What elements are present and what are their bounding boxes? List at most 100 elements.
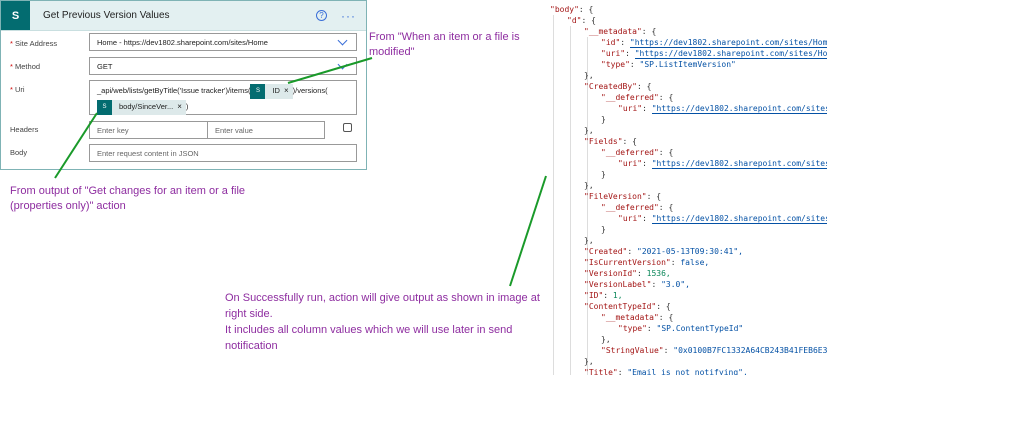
json-punct: : <box>620 38 630 47</box>
json-key: "IsCurrentVersion" <box>584 258 671 267</box>
json-key: "__metadata" <box>601 313 659 322</box>
json-line: "uri": "https://dev1802.sharepoint.com/s… <box>601 48 827 59</box>
json-punct: : <box>651 280 662 289</box>
json-key: "FileVersion" <box>584 192 647 201</box>
json-punct: { <box>588 5 594 14</box>
arrow-line <box>287 57 373 84</box>
json-line: "VersionId": 1536, <box>584 268 671 279</box>
json-line: "__deferred": { <box>601 147 673 158</box>
json-key: "type" <box>618 324 647 333</box>
json-key: "Created" <box>584 247 628 256</box>
json-line: "IsCurrentVersion": false, <box>584 257 709 268</box>
json-punct: : <box>658 203 669 212</box>
json-punct: : <box>658 313 669 322</box>
json-punct: : <box>636 269 647 278</box>
json-punct: : <box>663 346 674 355</box>
json-punct: } <box>601 170 606 179</box>
json-punct: { <box>651 27 657 36</box>
json-line: "type": "SP.ListItemVersion" <box>601 59 736 70</box>
json-key: "body" <box>550 5 579 14</box>
json-punct: : <box>603 291 613 300</box>
json-line: "uri": "https://dev1802.sharepoint.com/s… <box>618 103 827 114</box>
json-link[interactable]: "https://dev1802.sharepoint.com/sites/Ho… <box>629 38 827 48</box>
arrow-line <box>54 112 98 179</box>
json-link[interactable]: "https://dev1802.sharepoint.com/sites/Ho… <box>651 104 827 114</box>
json-punct: : <box>646 324 657 333</box>
json-line: }, <box>584 235 594 246</box>
json-key: "VersionLabel" <box>584 280 652 289</box>
json-line: "Fields": { <box>584 136 637 147</box>
json-key: "Title" <box>584 368 618 375</box>
json-link[interactable]: "https://dev1802.sharepoint.com/sites/Ho… <box>634 49 827 59</box>
json-key: "id" <box>601 38 621 47</box>
json-punct: : <box>642 104 652 113</box>
json-punct: }, <box>584 181 594 190</box>
json-key: "type" <box>601 60 630 69</box>
json-punct: : <box>656 302 666 311</box>
json-line: "CreatedBy": { <box>584 81 651 92</box>
json-key: "d" <box>567 16 582 25</box>
json-line: "body": { <box>550 4 593 15</box>
json-string: "SP.ListItemVersion" <box>639 60 736 69</box>
json-punct: : <box>642 214 652 223</box>
json-key: "uri" <box>618 159 643 168</box>
json-punct: : <box>617 368 628 375</box>
note-changes-source: From output of "Get changes for an item … <box>10 185 246 212</box>
json-punct: : <box>658 93 669 102</box>
indent-guide <box>553 15 554 375</box>
json-line: "__metadata": { <box>584 26 656 37</box>
json-punct: { <box>668 148 674 157</box>
json-line: }, <box>584 70 594 81</box>
json-punct: : <box>642 159 652 168</box>
json-line: "uri": "https://dev1802.sharepoint.com/s… <box>618 213 827 224</box>
json-punct: } <box>601 225 606 234</box>
json-punct: : <box>629 60 640 69</box>
json-punct: }, <box>584 71 594 80</box>
json-string: "SP.ContentTypeId" <box>656 324 744 333</box>
json-key: "uri" <box>601 49 626 58</box>
json-line: "ContentTypeId": { <box>584 301 671 312</box>
json-line: } <box>601 169 606 180</box>
json-line: }, <box>601 334 611 345</box>
json-key: "ID" <box>584 291 604 300</box>
json-line: "id": "https://dev1802.sharepoint.com/si… <box>601 37 827 48</box>
json-line: } <box>601 114 606 125</box>
json-key: "ContentTypeId" <box>584 302 657 311</box>
json-punct: : <box>670 258 681 267</box>
json-key: "uri" <box>618 104 643 113</box>
json-number: 1536, <box>646 269 671 278</box>
json-line: "VersionLabel": "3.0", <box>584 279 690 290</box>
json-punct: : <box>636 82 647 91</box>
json-punct: { <box>646 82 652 91</box>
json-line: "Title": "Email is not notifying", <box>584 367 748 375</box>
json-line: "FileVersion": { <box>584 191 661 202</box>
json-punct: }, <box>601 335 611 344</box>
arrow-line <box>509 175 547 287</box>
json-key: "StringValue" <box>601 346 664 355</box>
json-punct: }, <box>584 357 594 366</box>
json-key: "__metadata" <box>584 27 642 36</box>
json-punct: { <box>591 16 596 25</box>
json-punct: : <box>627 247 637 256</box>
json-output-panel: "body": {"d": {"__metadata": {"id": "htt… <box>547 0 827 375</box>
note-output: On Successfully run, action will give ou… <box>225 292 540 352</box>
json-line: "Created": "2021-05-13T09:30:41", <box>584 246 743 257</box>
json-punct: } <box>601 115 606 124</box>
json-line: "StringValue": "0x0100B7FC1332A64CB243B4… <box>601 345 827 356</box>
json-line: } <box>601 224 606 235</box>
indent-guide <box>570 26 571 375</box>
json-line: "__deferred": { <box>601 92 673 103</box>
json-string: "3.0", <box>661 280 690 289</box>
json-link[interactable]: "https://dev1802.sharepoint.com/sites/Ho… <box>651 159 827 169</box>
json-punct: }, <box>584 126 594 135</box>
json-punct: : <box>578 5 589 14</box>
json-punct: { <box>668 313 674 322</box>
json-line: "__deferred": { <box>601 202 673 213</box>
json-string: "0x0100B7FC1332A64CB243B41FEB6E312B95" <box>673 346 827 355</box>
json-line: }, <box>584 356 594 367</box>
json-string: "Email is not notifying", <box>627 368 748 375</box>
json-punct: { <box>665 302 671 311</box>
json-string: false, <box>680 258 710 267</box>
json-link[interactable]: "https://dev1802.sharepoint.com/sites/Ho… <box>651 214 827 224</box>
json-string: "2021-05-13T09:30:41", <box>637 247 743 256</box>
